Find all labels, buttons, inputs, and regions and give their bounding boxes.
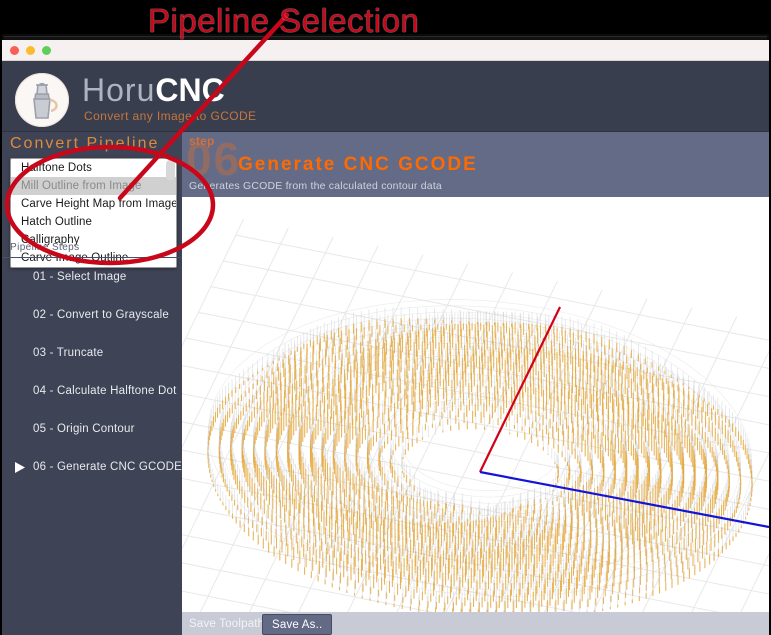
step-label: 04 - Calculate Halftone Dot bbox=[33, 385, 177, 397]
bottom-toolbar: Save Toolpath Save As.. bbox=[182, 612, 769, 635]
page-title: Generate CNC GCODE bbox=[238, 154, 478, 175]
sidebar-item-step-05[interactable]: 05 - Origin Contour bbox=[2, 410, 182, 448]
window-titlebar bbox=[2, 40, 769, 61]
play-triangle-icon bbox=[12, 460, 26, 474]
sidebar-item-step-03[interactable]: 03 - Truncate bbox=[2, 334, 182, 372]
save-as-button[interactable]: Save As.. bbox=[262, 614, 333, 635]
maximize-window-button[interactable] bbox=[42, 46, 51, 55]
brand-title: HoruCNC bbox=[82, 73, 225, 107]
dropdown-scrollbar[interactable] bbox=[166, 160, 175, 180]
pipeline-steps-list: 01 - Select Image 02 - Convert to Graysc… bbox=[2, 258, 182, 486]
step-header: 06 step Generate CNC GCODE Generates GCO… bbox=[182, 132, 769, 197]
minimize-window-button[interactable] bbox=[26, 46, 35, 55]
brand-name-bold: CNC bbox=[155, 72, 225, 108]
moka-pot-icon bbox=[15, 73, 69, 127]
toolpath-3d-viewport[interactable] bbox=[182, 197, 769, 612]
sidebar: Convert Pipeline Halftone Dots Mill Outl… bbox=[2, 132, 182, 635]
sidebar-item-step-04[interactable]: 04 - Calculate Halftone Dot bbox=[2, 372, 182, 410]
pipeline-option-hatch-outline[interactable]: Hatch Outline bbox=[11, 213, 176, 231]
step-label: 05 - Origin Contour bbox=[33, 423, 135, 435]
brand-header: HoruCNC Convert any Image to GCODE bbox=[2, 61, 769, 132]
brand-name-light: Horu bbox=[82, 72, 156, 108]
sidebar-item-step-02[interactable]: 02 - Convert to Grayscale bbox=[2, 296, 182, 334]
step-label: 02 - Convert to Grayscale bbox=[33, 309, 170, 321]
application-window: HoruCNC Convert any Image to GCODE Conve… bbox=[2, 40, 769, 635]
pipeline-option-halftone-dots[interactable]: Halftone Dots bbox=[11, 159, 176, 177]
window-controls bbox=[10, 46, 51, 55]
pipeline-option-mill-outline-from-image[interactable]: Mill Outline from Image bbox=[11, 177, 176, 195]
brand-tagline: Convert any Image to GCODE bbox=[84, 109, 257, 123]
step-word-label: step bbox=[189, 134, 215, 148]
toolpath-render bbox=[182, 197, 769, 612]
sidebar-item-step-01[interactable]: 01 - Select Image bbox=[2, 258, 182, 296]
step-label: 06 - Generate CNC GCODE bbox=[33, 461, 183, 473]
main-panel: 06 step Generate CNC GCODE Generates GCO… bbox=[182, 132, 769, 635]
step-description: Generates GCODE from the calculated cont… bbox=[189, 180, 442, 192]
save-toolpath-label: Save Toolpath bbox=[189, 618, 265, 630]
application-body: Convert Pipeline Halftone Dots Mill Outl… bbox=[2, 132, 769, 635]
pipeline-option-carve-height-map-from-image[interactable]: Carve Height Map from Image bbox=[11, 195, 176, 213]
close-window-button[interactable] bbox=[10, 46, 19, 55]
annotation-label: Pipeline Selection bbox=[148, 2, 420, 39]
sidebar-item-step-06[interactable]: 06 - Generate CNC GCODE bbox=[2, 448, 182, 486]
convert-pipeline-heading: Convert Pipeline bbox=[10, 135, 160, 152]
step-label: 01 - Select Image bbox=[33, 271, 127, 283]
pipeline-steps-label: Pipeline Steps bbox=[10, 242, 80, 253]
step-label: 03 - Truncate bbox=[33, 347, 104, 359]
